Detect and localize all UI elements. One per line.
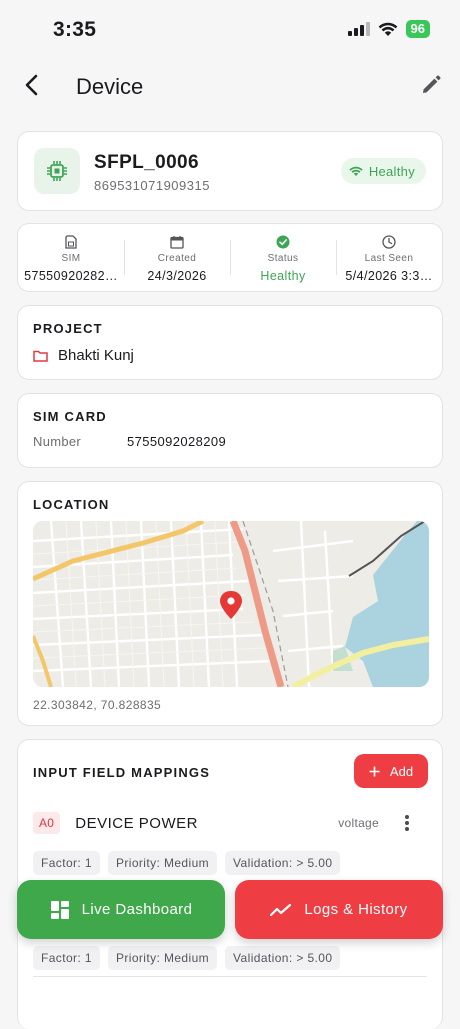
trending-line-icon — [270, 903, 292, 916]
page-title: Device — [76, 74, 144, 99]
more-options-icon[interactable] — [403, 812, 411, 834]
stat-label: Last Seen — [364, 253, 414, 264]
device-imei: 869531071909315 — [94, 178, 210, 193]
logs-history-button[interactable]: Logs & History — [235, 880, 443, 939]
check-circle-icon — [276, 235, 290, 249]
sim-card-icon — [65, 235, 77, 249]
status-time: 3:35 — [53, 18, 97, 41]
folder-icon — [33, 350, 48, 362]
location-card: LOCATION 22.303842, 70.828835 — [17, 481, 443, 726]
section-title: INPUT FIELD MAPPINGS — [33, 765, 211, 780]
back-arrow-icon — [25, 74, 38, 96]
edit-button[interactable] — [418, 72, 444, 98]
sim-number-value: 5755092028209 — [127, 434, 227, 449]
sim-number-label: Number — [33, 434, 82, 449]
stat-label: SIM — [61, 253, 81, 264]
channel-badge: A0 — [33, 812, 61, 834]
clock-icon — [382, 235, 396, 249]
location-coordinates: 22.303842, 70.828835 — [33, 698, 162, 712]
sim-card-section: SIM CARD Number 5755092028209 — [17, 393, 443, 468]
chip-icon — [47, 161, 67, 181]
status-icons: 96 — [347, 20, 430, 38]
wifi-icon — [378, 22, 397, 36]
stat-label: Status — [267, 253, 299, 264]
location-map[interactable] — [33, 521, 429, 687]
device-stats-card: SIM 57550920282… Created 24/3/2026 Statu… — [17, 223, 443, 292]
device-card: SFPL_0006 869531071909315 Healthy — [17, 131, 443, 211]
battery-indicator: 96 — [405, 20, 430, 38]
wifi-icon — [349, 166, 363, 176]
stat-value: Healthy — [260, 269, 306, 283]
stat-value: 24/3/2026 — [147, 269, 207, 283]
stat-status: Status Healthy — [230, 224, 336, 291]
factor-chip: Factor: 1 — [33, 851, 100, 875]
plus-icon — [369, 766, 380, 776]
stat-value: 57550920282… — [24, 269, 118, 283]
priority-chip: Priority: Medium — [107, 946, 218, 970]
device-chip-icon-box — [34, 148, 80, 194]
pencil-icon — [423, 75, 441, 93]
add-mapping-label: Add — [389, 763, 414, 779]
stat-label: Created — [157, 253, 197, 264]
back-button[interactable] — [18, 72, 44, 98]
stat-last-seen: Last Seen 5/4/2026 3:3… — [336, 224, 442, 291]
device-name: SFPL_0006 — [94, 152, 199, 173]
validation-chip: Validation: > 5.00 — [225, 946, 341, 970]
mapping-chips: Factor: 1 Priority: Medium Validation: >… — [33, 851, 341, 875]
project-name: Bhakti Kunj — [58, 347, 134, 364]
section-title: PROJECT — [33, 321, 103, 336]
divider — [33, 976, 427, 977]
status-bar: 3:35 96 — [0, 0, 460, 58]
cellular-signal-icon — [347, 22, 370, 36]
dashboard-icon — [50, 900, 69, 919]
mapping-row[interactable]: A0 DEVICE POWER voltage — [33, 810, 429, 836]
health-badge-label: Healthy — [368, 163, 415, 179]
mapping-chips: Factor: 1 Priority: Medium Validation: >… — [33, 946, 341, 970]
health-badge: Healthy — [340, 158, 426, 184]
calendar-icon — [170, 236, 184, 249]
section-title: SIM CARD — [33, 409, 107, 424]
stat-value: 5/4/2026 3:3… — [345, 269, 433, 283]
field-name: DEVICE POWER — [75, 814, 198, 832]
field-type: voltage — [338, 816, 379, 830]
live-dashboard-button[interactable]: Live Dashboard — [17, 880, 225, 939]
stat-created: Created 24/3/2026 — [124, 224, 230, 291]
add-mapping-button[interactable]: Add — [354, 754, 428, 788]
section-title: LOCATION — [33, 497, 110, 512]
priority-chip: Priority: Medium — [107, 851, 218, 875]
validation-chip: Validation: > 5.00 — [225, 851, 341, 875]
stat-sim: SIM 57550920282… — [18, 224, 124, 291]
project-card[interactable]: PROJECT Bhakti Kunj — [17, 305, 443, 380]
app-bar: Device — [0, 60, 460, 112]
project-row[interactable]: Bhakti Kunj — [33, 347, 134, 364]
live-dashboard-label: Live Dashboard — [81, 901, 193, 918]
factor-chip: Factor: 1 — [33, 946, 100, 970]
map-tiles — [33, 521, 429, 687]
logs-history-label: Logs & History — [304, 901, 408, 918]
